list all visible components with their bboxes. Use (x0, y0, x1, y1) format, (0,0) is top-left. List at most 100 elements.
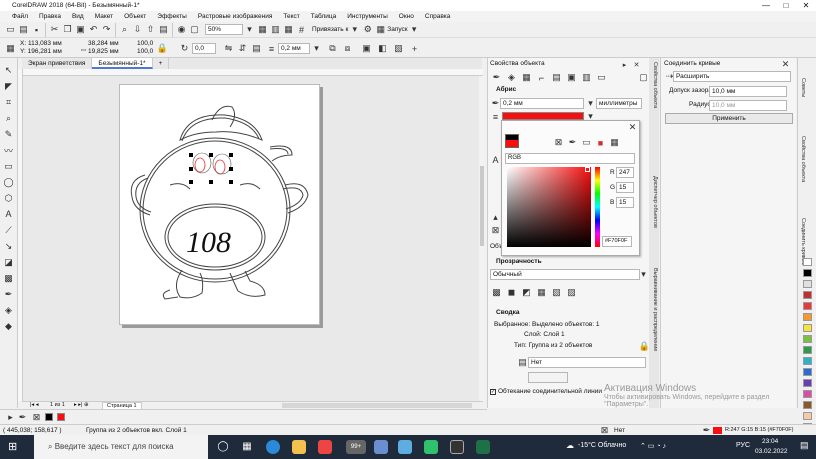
language-indicator[interactable]: РУС (736, 442, 750, 449)
no-color-icon[interactable]: ⊠ (552, 136, 565, 149)
badge-app-icon[interactable]: 99+ (346, 440, 366, 454)
export-icon[interactable]: ⇧ (144, 23, 157, 36)
gap-tolerance-field[interactable]: 10,0 мм (709, 86, 787, 97)
document-page[interactable]: 108 (119, 84, 320, 325)
outline-tab-icon[interactable]: ✒ (490, 71, 503, 84)
no-transparency-icon[interactable]: ▩ (490, 286, 503, 299)
wrap-tab-icon[interactable]: ▭ (595, 71, 608, 84)
horizontal-scrollbar[interactable] (282, 403, 472, 408)
right-tab-object-properties[interactable]: Свойства объекта (798, 136, 806, 186)
horizontal-ruler[interactable] (22, 69, 483, 76)
palette-swatch[interactable] (803, 412, 812, 420)
copy-icon[interactable]: ❐ (61, 23, 74, 36)
radius-field[interactable]: 10,0 мм (709, 100, 787, 111)
palette-eyedropper-icon[interactable]: ✒ (16, 411, 29, 424)
palette-swatch[interactable] (803, 302, 812, 310)
outline-dropdown-icon[interactable]: ▾ (310, 42, 323, 55)
group-icon[interactable]: ⧉ (326, 42, 339, 55)
taskbar-search[interactable]: ⌕ Введите здесь текст для поиска (34, 435, 208, 459)
number-108-text[interactable]: 108 (186, 226, 231, 259)
guides-toggle-icon[interactable]: # (295, 23, 308, 36)
pick-tool-icon[interactable]: ↖ (2, 64, 15, 76)
mirror-v-icon[interactable]: ⇵ (236, 42, 249, 55)
menu-table[interactable]: Таблица (311, 11, 337, 22)
freehand-tool-icon[interactable]: ✎ (2, 128, 15, 140)
task-view-icon[interactable]: ◯ (216, 440, 230, 454)
parallel-dimension-icon[interactable]: ⟋ (2, 224, 15, 236)
artistic-media-icon[interactable]: 〰 (2, 144, 15, 156)
clock-date[interactable]: 03.02.2022 (755, 448, 788, 455)
outline-swatch[interactable] (45, 413, 53, 421)
eyedropper-icon[interactable]: ✒ (566, 136, 579, 149)
docker-close-icon[interactable]: ✕ (630, 58, 643, 71)
menu-window[interactable]: Окно (399, 11, 414, 22)
wrap-offset-field[interactable] (528, 372, 568, 383)
color-options-icon[interactable]: ▦ (608, 136, 621, 149)
menu-text[interactable]: Текст (283, 11, 299, 22)
palette-swatch[interactable] (803, 280, 812, 288)
g-field[interactable]: 15 (616, 182, 634, 193)
undo-icon[interactable]: ↶ (87, 23, 100, 36)
yandex-icon[interactable] (318, 440, 332, 454)
b-field[interactable]: 15 (616, 197, 634, 208)
menu-edit[interactable]: Правка (39, 11, 61, 22)
options-gear-icon[interactable]: ⚙ (361, 23, 374, 36)
palette-color-icon[interactable]: ■ (594, 136, 607, 149)
pattern-transparency-icon[interactable]: ▦ (535, 286, 548, 299)
clock-time[interactable]: 23:04 (762, 438, 778, 445)
uniform-transparency-icon[interactable]: ◼ (505, 286, 518, 299)
menu-bitmaps[interactable]: Растровые изображения (198, 11, 273, 22)
rotation-field[interactable]: 0,0 (192, 43, 216, 54)
picker-close-icon[interactable]: ✕ (626, 121, 639, 134)
outline-section-header[interactable]: Абрис (496, 86, 516, 93)
mirror-h-icon[interactable]: ⇋ (222, 42, 235, 55)
snap-to-label[interactable]: Привязать к (312, 26, 348, 33)
ellipse-tool-icon[interactable]: ◯ (2, 176, 15, 188)
menu-tools[interactable]: Инструменты (347, 11, 388, 22)
launch-icon[interactable]: ▦ (374, 23, 387, 36)
palette-swatch[interactable] (803, 346, 812, 354)
palette-swatch[interactable] (803, 379, 812, 387)
combine-icon[interactable]: ▣ (360, 42, 373, 55)
save-icon[interactable]: ▪ (30, 23, 43, 36)
tab-document[interactable]: Безымянный-1* (92, 58, 153, 69)
connector-tool-icon[interactable]: ↘ (2, 240, 15, 252)
object-width[interactable]: 38,284 мм (88, 40, 119, 47)
apply-button[interactable]: Применить (665, 113, 793, 124)
close-button[interactable]: ✕ (796, 0, 816, 11)
blend-mode-select[interactable]: Обычный (490, 269, 640, 280)
launch-label[interactable]: Запуск (387, 26, 407, 33)
notifications-icon[interactable]: ▤ (800, 440, 809, 451)
weather-text[interactable]: -15°C Облачно (578, 442, 626, 449)
outline-color-swatch[interactable] (502, 112, 584, 120)
frame-tab-icon[interactable]: ▣ (565, 71, 578, 84)
ruler-toggle-icon[interactable]: ▥ (269, 23, 282, 36)
transparency-tool-icon[interactable]: ▩ (2, 272, 15, 284)
text-tab-icon[interactable]: ▤ (550, 71, 563, 84)
tab-object-manager[interactable]: Диспетчер объектов (650, 176, 658, 256)
import-icon[interactable]: ⇩ (131, 23, 144, 36)
r-field[interactable]: 247 (616, 167, 634, 178)
palette-swatch[interactable] (803, 269, 812, 277)
windows-start-icon[interactable]: ⊞ (8, 441, 20, 453)
join-mode-select[interactable]: Расширить (673, 71, 791, 82)
summary-tab-icon[interactable]: ▥ (580, 71, 593, 84)
fill-swatch[interactable] (57, 413, 65, 421)
tab-align-distribute[interactable]: Выравнивание и распределение (650, 268, 658, 358)
text-tool-icon[interactable]: A (2, 208, 15, 220)
menu-view[interactable]: Вид (72, 11, 84, 22)
ungroup-icon[interactable]: ⧈ (341, 42, 354, 55)
drop-shadow-icon[interactable]: ◪ (2, 256, 15, 268)
app-icon-2[interactable] (398, 440, 412, 454)
object-origin-icon[interactable]: ▦ (4, 42, 17, 55)
x-position[interactable]: X: 113,083 мм (20, 40, 62, 47)
menu-layout[interactable]: Макет (95, 11, 113, 22)
palette-swatch[interactable] (803, 324, 812, 332)
zoom-select[interactable]: 50% (205, 24, 243, 35)
menu-object[interactable]: Объект (124, 11, 146, 22)
break-apart-icon[interactable]: ◧ (376, 42, 389, 55)
menu-file[interactable]: Файл (12, 11, 28, 22)
transparency-section-header[interactable]: Прозрачность (496, 258, 542, 265)
redo-icon[interactable]: ↷ (100, 23, 113, 36)
snap-dropdown-icon[interactable]: ▾ (348, 23, 361, 36)
